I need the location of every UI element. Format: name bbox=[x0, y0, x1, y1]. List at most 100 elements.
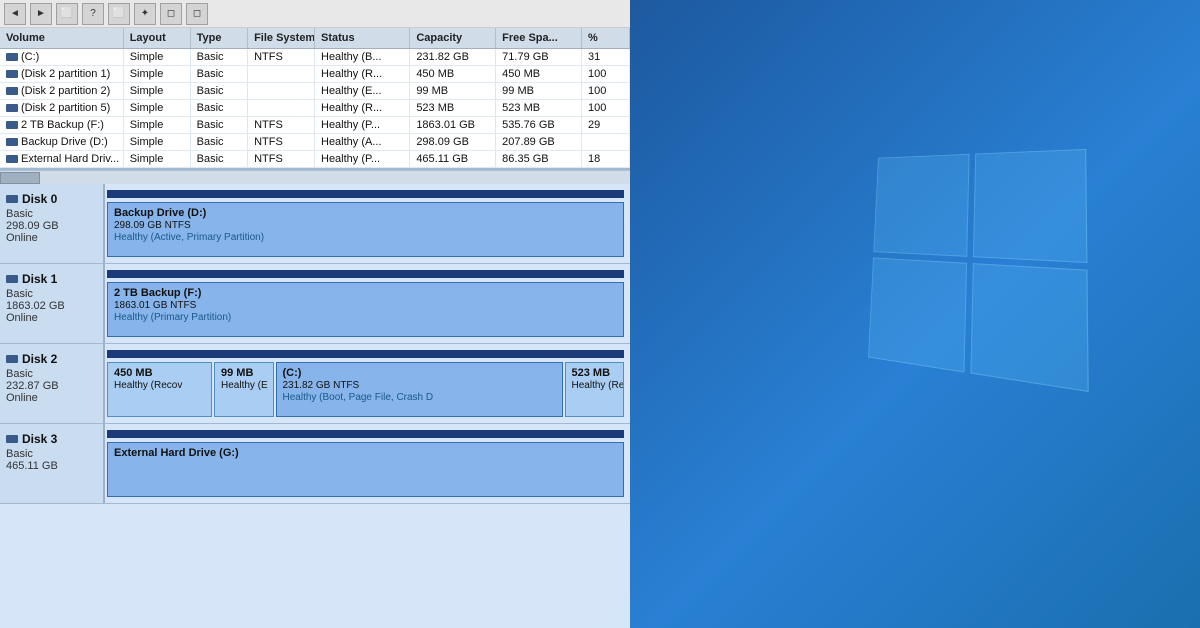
partition-size-2-3: Healthy (Recov bbox=[572, 380, 618, 391]
col-header-type: Type bbox=[191, 28, 248, 48]
disk-visual-2: 450 MB Healthy (Recov 99 MB Healthy (E (… bbox=[105, 344, 630, 423]
cell-status-2: Healthy (E... bbox=[315, 83, 410, 99]
toolbar-btn-back[interactable]: ◄ bbox=[4, 3, 26, 25]
table-row[interactable]: (Disk 2 partition 5) Simple Basic Health… bbox=[0, 100, 630, 117]
toolbar-btn-3[interactable]: ⬜ bbox=[56, 3, 78, 25]
partition-size-2-0: Healthy (Recov bbox=[114, 380, 205, 391]
disk-section[interactable]: Disk 0 Basic 298.09 GB Online Backup Dri… bbox=[0, 184, 630, 628]
cell-capacity-3: 523 MB bbox=[410, 100, 496, 116]
partition-box-2-0[interactable]: 450 MB Healthy (Recov bbox=[107, 362, 212, 417]
partition-bar-1 bbox=[107, 270, 624, 278]
partition-box-1-0[interactable]: 2 TB Backup (F:) 1863.01 GB NTFS Healthy… bbox=[107, 282, 624, 337]
disk-label-3: Disk 3 Basic 465.11 GB bbox=[0, 424, 105, 503]
volume-table: Volume Layout Type File System Status Ca… bbox=[0, 28, 630, 170]
partition-bar-2 bbox=[107, 350, 624, 358]
disk-size-3: 465.11 GB bbox=[6, 460, 97, 472]
cell-fs-2 bbox=[248, 83, 315, 99]
partition-boxes-1: 2 TB Backup (F:) 1863.01 GB NTFS Healthy… bbox=[107, 282, 624, 337]
disk-label-2: Disk 2 Basic 232.87 GB Online bbox=[0, 344, 105, 423]
cell-layout-3: Simple bbox=[124, 100, 191, 116]
cell-free-1: 450 MB bbox=[496, 66, 582, 82]
win-pane-tr bbox=[973, 149, 1087, 263]
table-row[interactable]: (Disk 2 partition 2) Simple Basic Health… bbox=[0, 83, 630, 100]
partition-bar-3 bbox=[107, 430, 624, 438]
disk-row-2: Disk 2 Basic 232.87 GB Online 450 MB Hea… bbox=[0, 344, 630, 424]
cell-fs-0: NTFS bbox=[248, 49, 315, 65]
cell-type-0: Basic bbox=[191, 49, 248, 65]
cell-pct-6: 18 bbox=[582, 151, 630, 167]
partition-boxes-3: External Hard Drive (G:) bbox=[107, 442, 624, 497]
disk-name-0: Disk 0 bbox=[6, 192, 97, 206]
toolbar: ◄ ► ⬜ ? ⬜ ✦ ◻ ◻ bbox=[0, 0, 630, 28]
partition-box-2-3[interactable]: 523 MB Healthy (Recov bbox=[565, 362, 625, 417]
cell-status-4: Healthy (P... bbox=[315, 117, 410, 133]
cell-capacity-2: 99 MB bbox=[410, 83, 496, 99]
disk-visual-0: Backup Drive (D:) 298.09 GB NTFS Healthy… bbox=[105, 184, 630, 263]
cell-capacity-1: 450 MB bbox=[410, 66, 496, 82]
cell-free-4: 535.76 GB bbox=[496, 117, 582, 133]
toolbar-btn-forward[interactable]: ► bbox=[30, 3, 52, 25]
toolbar-btn-5[interactable]: ⬜ bbox=[108, 3, 130, 25]
partition-name-0-0: Backup Drive (D:) bbox=[114, 207, 617, 219]
toolbar-btn-help[interactable]: ? bbox=[82, 3, 104, 25]
partition-box-2-2[interactable]: (C:) 231.82 GB NTFS Healthy (Boot, Page … bbox=[276, 362, 563, 417]
cell-layout-0: Simple bbox=[124, 49, 191, 65]
partition-status-1-0: Healthy (Primary Partition) bbox=[114, 312, 617, 323]
toolbar-btn-7[interactable]: ◻ bbox=[160, 3, 182, 25]
partition-box-2-1[interactable]: 99 MB Healthy (E bbox=[214, 362, 274, 417]
cell-capacity-6: 465.11 GB bbox=[410, 151, 496, 167]
cell-fs-4: NTFS bbox=[248, 117, 315, 133]
disk-icon-6 bbox=[6, 155, 18, 163]
table-body: (C:) Simple Basic NTFS Healthy (B... 231… bbox=[0, 49, 630, 168]
cell-type-3: Basic bbox=[191, 100, 248, 116]
partition-box-0-0[interactable]: Backup Drive (D:) 298.09 GB NTFS Healthy… bbox=[107, 202, 624, 257]
disk-icon-3 bbox=[6, 104, 18, 112]
cell-status-3: Healthy (R... bbox=[315, 100, 410, 116]
partition-name-1-0: 2 TB Backup (F:) bbox=[114, 287, 617, 299]
disk-name-3: Disk 3 bbox=[6, 432, 97, 446]
table-row[interactable]: (C:) Simple Basic NTFS Healthy (B... 231… bbox=[0, 49, 630, 66]
disk-size-2: 232.87 GB bbox=[6, 380, 97, 392]
disk-label-0: Disk 0 Basic 298.09 GB Online bbox=[0, 184, 105, 263]
horizontal-scrollbar[interactable] bbox=[0, 170, 630, 184]
partition-bar-0 bbox=[107, 190, 624, 198]
cell-pct-0: 31 bbox=[582, 49, 630, 65]
scrollbar-thumb[interactable] bbox=[0, 172, 40, 184]
partition-status-0-0: Healthy (Active, Primary Partition) bbox=[114, 232, 617, 243]
cell-type-2: Basic bbox=[191, 83, 248, 99]
toolbar-btn-6[interactable]: ✦ bbox=[134, 3, 156, 25]
table-row[interactable]: 2 TB Backup (F:) Simple Basic NTFS Healt… bbox=[0, 117, 630, 134]
table-row[interactable]: (Disk 2 partition 1) Simple Basic Health… bbox=[0, 66, 630, 83]
disk-name-1: Disk 1 bbox=[6, 272, 97, 286]
cell-fs-6: NTFS bbox=[248, 151, 315, 167]
table-row[interactable]: Backup Drive (D:) Simple Basic NTFS Heal… bbox=[0, 134, 630, 151]
partition-size-0-0: 298.09 GB NTFS bbox=[114, 220, 617, 231]
disk-type-0: Basic bbox=[6, 208, 97, 220]
partition-boxes-0: Backup Drive (D:) 298.09 GB NTFS Healthy… bbox=[107, 202, 624, 257]
win-pane-bl bbox=[868, 257, 967, 372]
partition-name-2-1: 99 MB bbox=[221, 367, 267, 379]
cell-type-1: Basic bbox=[191, 66, 248, 82]
partition-box-3-0[interactable]: External Hard Drive (G:) bbox=[107, 442, 624, 497]
partition-name-2-0: 450 MB bbox=[114, 367, 205, 379]
col-header-layout: Layout bbox=[124, 28, 191, 48]
col-header-fs: File System bbox=[248, 28, 315, 48]
cell-layout-4: Simple bbox=[124, 117, 191, 133]
cell-free-0: 71.79 GB bbox=[496, 49, 582, 65]
disk-status-0: Online bbox=[6, 232, 97, 244]
disk-visual-3: External Hard Drive (G:) bbox=[105, 424, 630, 503]
disk-icon-0 bbox=[6, 53, 18, 61]
partition-status-2-2: Healthy (Boot, Page File, Crash D bbox=[283, 392, 556, 403]
cell-status-1: Healthy (R... bbox=[315, 66, 410, 82]
toolbar-btn-8[interactable]: ◻ bbox=[186, 3, 208, 25]
cell-layout-5: Simple bbox=[124, 134, 191, 150]
win-pane-tl bbox=[873, 154, 969, 257]
win-pane-br bbox=[970, 263, 1088, 392]
disk-icon-label-0 bbox=[6, 195, 18, 203]
col-header-pct: % bbox=[582, 28, 630, 48]
cell-capacity-5: 298.09 GB bbox=[410, 134, 496, 150]
cell-type-5: Basic bbox=[191, 134, 248, 150]
table-row[interactable]: External Hard Driv... Simple Basic NTFS … bbox=[0, 151, 630, 168]
cell-volume-0: (C:) bbox=[0, 49, 124, 65]
disk-type-2: Basic bbox=[6, 368, 97, 380]
